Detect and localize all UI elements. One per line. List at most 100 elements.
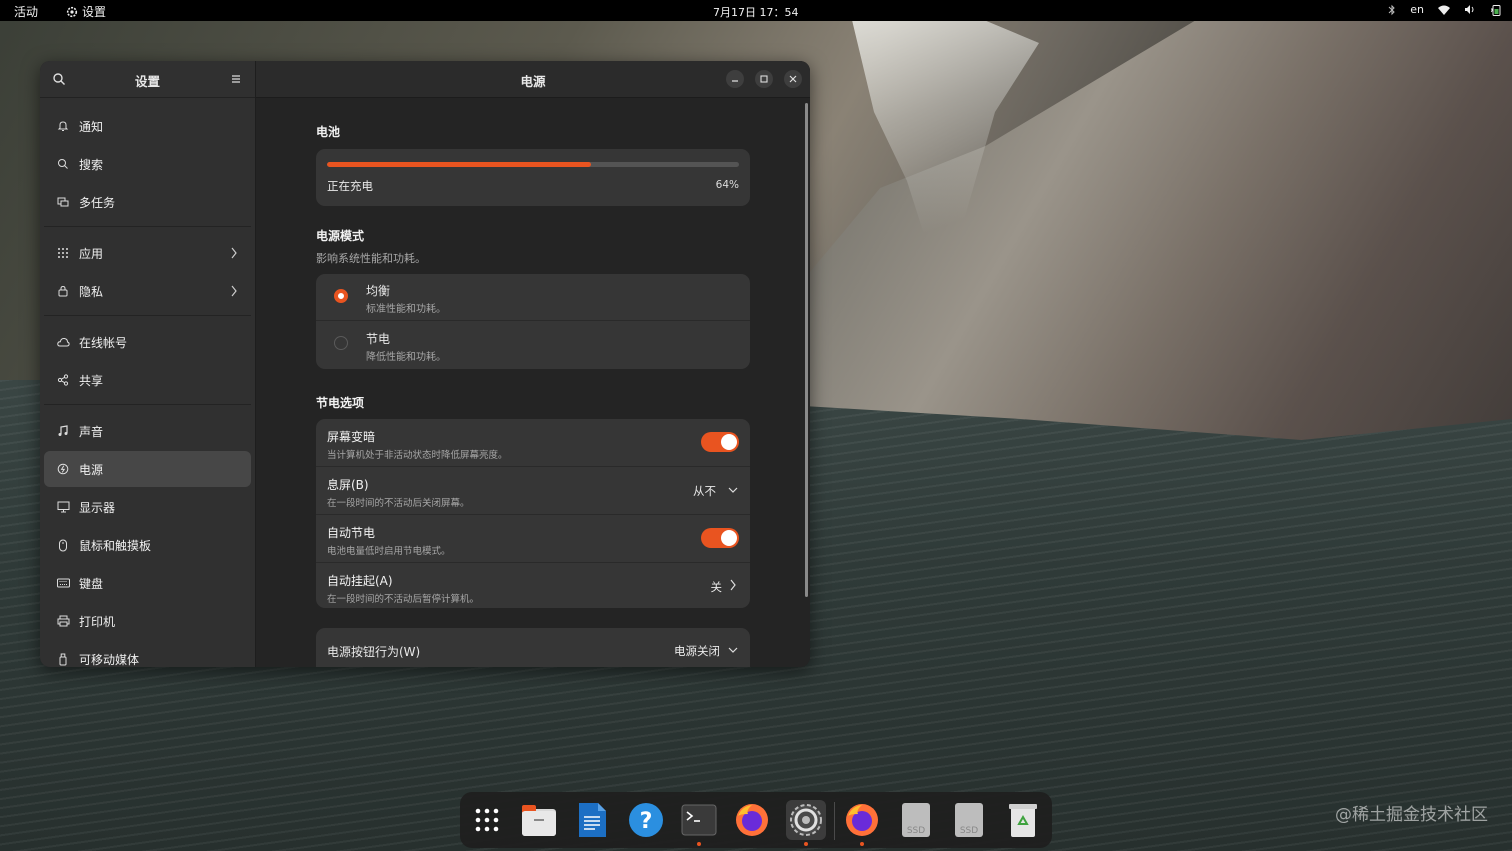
sidebar-item-keyboard[interactable]: 键盘 — [44, 565, 251, 601]
power-button-row[interactable]: 电源按钮行为(W) 电源关闭 — [316, 628, 750, 667]
radio-button-selected[interactable] — [334, 289, 348, 303]
app-menu[interactable]: 设置 — [66, 3, 106, 20]
sidebar-header: 设置 — [40, 61, 255, 98]
dock-terminal[interactable] — [679, 800, 719, 846]
monitor-icon — [56, 500, 70, 514]
app-menu-label: 设置 — [82, 5, 107, 19]
auto-power-saver-toggle[interactable] — [701, 528, 739, 548]
top-bar: 活动 设置 7月17日 17：54 en — [0, 0, 1512, 21]
ssd-drive-icon: SSD — [902, 803, 930, 837]
app-grid-icon — [475, 808, 499, 832]
minimize-button[interactable] — [726, 70, 744, 88]
screen-blank-value[interactable]: 从不 — [693, 483, 716, 499]
row-description: 电池电量低时启用节电模式。 — [327, 546, 451, 557]
battery-icon — [1491, 4, 1501, 16]
running-indicator — [860, 842, 864, 846]
power-saving-heading: 节电选项 — [316, 396, 365, 410]
sidebar-title: 设置 — [134, 74, 160, 89]
dock-trash[interactable] — [1003, 800, 1043, 840]
dim-screen-row[interactable]: 屏幕变暗 当计算机处于非活动状态时降低屏幕亮度。 — [316, 419, 750, 467]
toggle-knob — [721, 530, 737, 546]
maximize-icon — [760, 75, 768, 83]
power-mode-balanced[interactable]: 均衡 标准性能和功耗。 — [316, 274, 750, 321]
sidebar-item-label: 键盘 — [79, 576, 104, 591]
hamburger-menu-icon[interactable] — [229, 72, 243, 86]
option-description: 标准性能和功耗。 — [366, 304, 446, 315]
sidebar-item-removable-media[interactable]: 可移动媒体 — [44, 641, 251, 667]
battery-percent: 64% — [715, 179, 739, 191]
power-mode-power-saver[interactable]: 节电 降低性能和功耗。 — [316, 321, 750, 369]
power-mode-subtitle: 影响系统性能和功耗。 — [316, 252, 426, 265]
dock-firefox-2[interactable] — [842, 800, 882, 846]
sidebar-item-online-accounts[interactable]: 在线帐号 — [44, 324, 251, 360]
radio-button[interactable] — [334, 336, 348, 350]
activities-button[interactable]: 活动 — [14, 3, 38, 20]
auto-suspend-value[interactable]: 关 — [711, 579, 723, 595]
sidebar-divider — [44, 226, 251, 227]
clock[interactable]: 7月17日 17：54 — [713, 4, 799, 20]
svg-text:SSD: SSD — [960, 826, 978, 836]
multitask-icon — [56, 195, 70, 209]
settings-gear-icon — [790, 804, 822, 836]
chevron-down-icon[interactable] — [728, 486, 738, 494]
share-icon — [56, 373, 70, 387]
language-indicator[interactable]: en — [1410, 3, 1424, 16]
sidebar-item-notifications[interactable]: 通知 — [44, 108, 251, 144]
sidebar-item-power[interactable]: 电源 — [44, 451, 251, 487]
dock-ssd-drive-1[interactable]: SSD — [896, 800, 936, 840]
toggle-knob — [721, 434, 737, 450]
row-description: 在一段时间的不活动后暂停计算机。 — [327, 594, 480, 605]
firefox-icon — [736, 804, 768, 836]
chevron-right-icon — [231, 247, 237, 259]
dock-settings[interactable] — [786, 800, 826, 846]
sidebar-item-search[interactable]: 搜索 — [44, 146, 251, 182]
mouse-icon — [56, 538, 70, 552]
sidebar-item-multitasking[interactable]: 多任务 — [44, 184, 251, 220]
sidebar-divider — [44, 404, 251, 405]
row-description: 当计算机处于非活动状态时降低屏幕亮度。 — [327, 450, 508, 461]
dock-firefox[interactable] — [732, 800, 772, 840]
dock-writer[interactable] — [572, 800, 612, 840]
sidebar-item-label: 显示器 — [79, 500, 116, 515]
content-pane: 电源 电池 正在充电 64% 电源模式 影响系统性能和功耗。 均衡 标准性能和功… — [256, 61, 810, 667]
sidebar-item-displays[interactable]: 显示器 — [44, 489, 251, 525]
lock-icon — [56, 284, 70, 298]
ssd-drive-icon: SSD — [955, 803, 983, 837]
document-writer-icon — [579, 803, 606, 837]
option-title: 均衡 — [366, 284, 391, 298]
sidebar-item-apps[interactable]: 应用 — [44, 235, 251, 271]
dock-app-grid-button[interactable] — [467, 800, 507, 840]
sidebar-item-sound[interactable]: 声音 — [44, 413, 251, 449]
settings-window: 设置 通知 搜索 多任务 应用 隐私 在线帐号 共享 声音 电源 显示器 鼠标和… — [40, 61, 810, 667]
dim-screen-toggle[interactable] — [701, 432, 739, 452]
screen-blank-row[interactable]: 息屏(B) 在一段时间的不活动后关闭屏幕。 从不 — [316, 467, 750, 515]
chevron-right-icon[interactable] — [729, 579, 737, 591]
sidebar-item-label: 多任务 — [79, 195, 116, 210]
row-title: 屏幕变暗 — [327, 430, 376, 444]
auto-power-saver-row[interactable]: 自动节电 电池电量低时启用节电模式。 — [316, 515, 750, 563]
power-button-value[interactable]: 电源关闭 — [674, 643, 720, 659]
close-button[interactable] — [784, 70, 802, 88]
maximize-button[interactable] — [755, 70, 773, 88]
sidebar-item-sharing[interactable]: 共享 — [44, 362, 251, 398]
chevron-down-icon[interactable] — [728, 646, 738, 654]
sidebar-divider — [44, 315, 251, 316]
sidebar-item-privacy[interactable]: 隐私 — [44, 273, 251, 309]
wifi-icon — [1438, 5, 1450, 15]
battery-heading: 电池 — [316, 125, 341, 139]
search-icon — [56, 157, 70, 171]
sidebar-item-mouse-touchpad[interactable]: 鼠标和触摸板 — [44, 527, 251, 563]
dock-help[interactable]: ? — [626, 800, 666, 840]
status-area[interactable]: en — [1388, 3, 1502, 16]
sidebar-item-label: 鼠标和触摸板 — [79, 538, 152, 553]
svg-text:?: ? — [640, 809, 653, 834]
sidebar-item-printers[interactable]: 打印机 — [44, 603, 251, 639]
power-saving-card: 屏幕变暗 当计算机处于非活动状态时降低屏幕亮度。 息屏(B) 在一段时间的不活动… — [316, 419, 750, 608]
option-title: 节电 — [366, 332, 391, 346]
dock-ssd-drive-2[interactable]: SSD — [949, 800, 989, 840]
sidebar-item-label: 打印机 — [79, 614, 116, 629]
dock-files[interactable] — [519, 800, 559, 840]
scrollbar[interactable] — [805, 103, 808, 597]
sidebar-item-label: 可移动媒体 — [79, 652, 140, 667]
auto-suspend-row[interactable]: 自动挂起(A) 在一段时间的不活动后暂停计算机。 关 — [316, 563, 750, 608]
